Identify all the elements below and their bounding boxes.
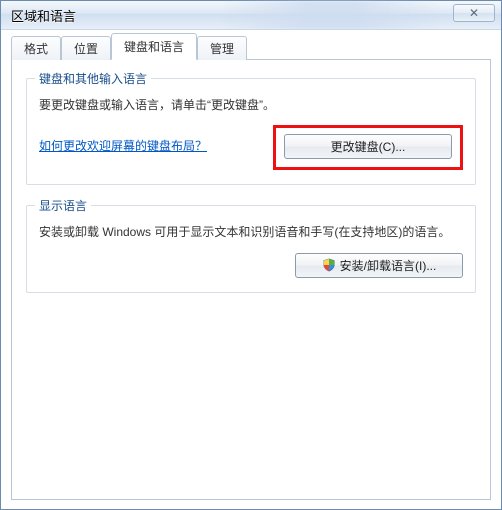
- tab-admin[interactable]: 管理: [197, 36, 247, 60]
- shield-icon: [322, 258, 336, 272]
- change-keyboard-button[interactable]: 更改键盘(C)...: [284, 134, 452, 159]
- install-uninstall-language-button[interactable]: 安装/卸载语言(I)...: [295, 253, 463, 278]
- tab-format[interactable]: 格式: [11, 36, 61, 60]
- window-title: 区域和语言: [1, 6, 76, 25]
- close-button[interactable]: ✕: [453, 4, 495, 22]
- titlebar-glass-blur: [221, 1, 441, 29]
- group-display-legend: 显示语言: [35, 197, 91, 214]
- group-keyboard-input: 键盘和其他输入语言 要更改键盘或输入语言，请单击“更改键盘”。 更改键盘(C).…: [26, 78, 476, 185]
- client-area: 格式 位置 键盘和语言 管理 键盘和其他输入语言 要更改键盘或输入语言，请单击“…: [1, 30, 501, 509]
- group-display-desc: 安装或卸载 Windows 可用于显示文本和识别语音和手写(在支持地区)的语言。: [39, 222, 463, 242]
- tabstrip: 格式 位置 键盘和语言 管理: [11, 36, 491, 60]
- group-keyboard-legend: 键盘和其他输入语言: [35, 70, 151, 87]
- welcome-screen-layout-link[interactable]: 如何更改欢迎屏幕的键盘布局？: [39, 137, 207, 154]
- tab-location[interactable]: 位置: [61, 36, 111, 60]
- display-button-row: 安装/卸载语言(I)...: [39, 253, 463, 278]
- highlight-box: 更改键盘(C)...: [273, 125, 463, 170]
- tabpage-keyboard-language: 键盘和其他输入语言 要更改键盘或输入语言，请单击“更改键盘”。 更改键盘(C).…: [11, 60, 491, 500]
- tab-keyboard-language[interactable]: 键盘和语言: [111, 33, 197, 60]
- titlebar[interactable]: 区域和语言 ✕: [1, 1, 501, 30]
- dialog-window: 区域和语言 ✕ 格式 位置 键盘和语言 管理 键盘和其他输入语言 要更改键盘或输…: [0, 0, 502, 510]
- group-display-language: 显示语言 安装或卸载 Windows 可用于显示文本和识别语音和手写(在支持地区…: [26, 205, 476, 292]
- close-icon: ✕: [469, 6, 479, 20]
- group-keyboard-desc: 要更改键盘或输入语言，请单击“更改键盘”。: [39, 95, 463, 115]
